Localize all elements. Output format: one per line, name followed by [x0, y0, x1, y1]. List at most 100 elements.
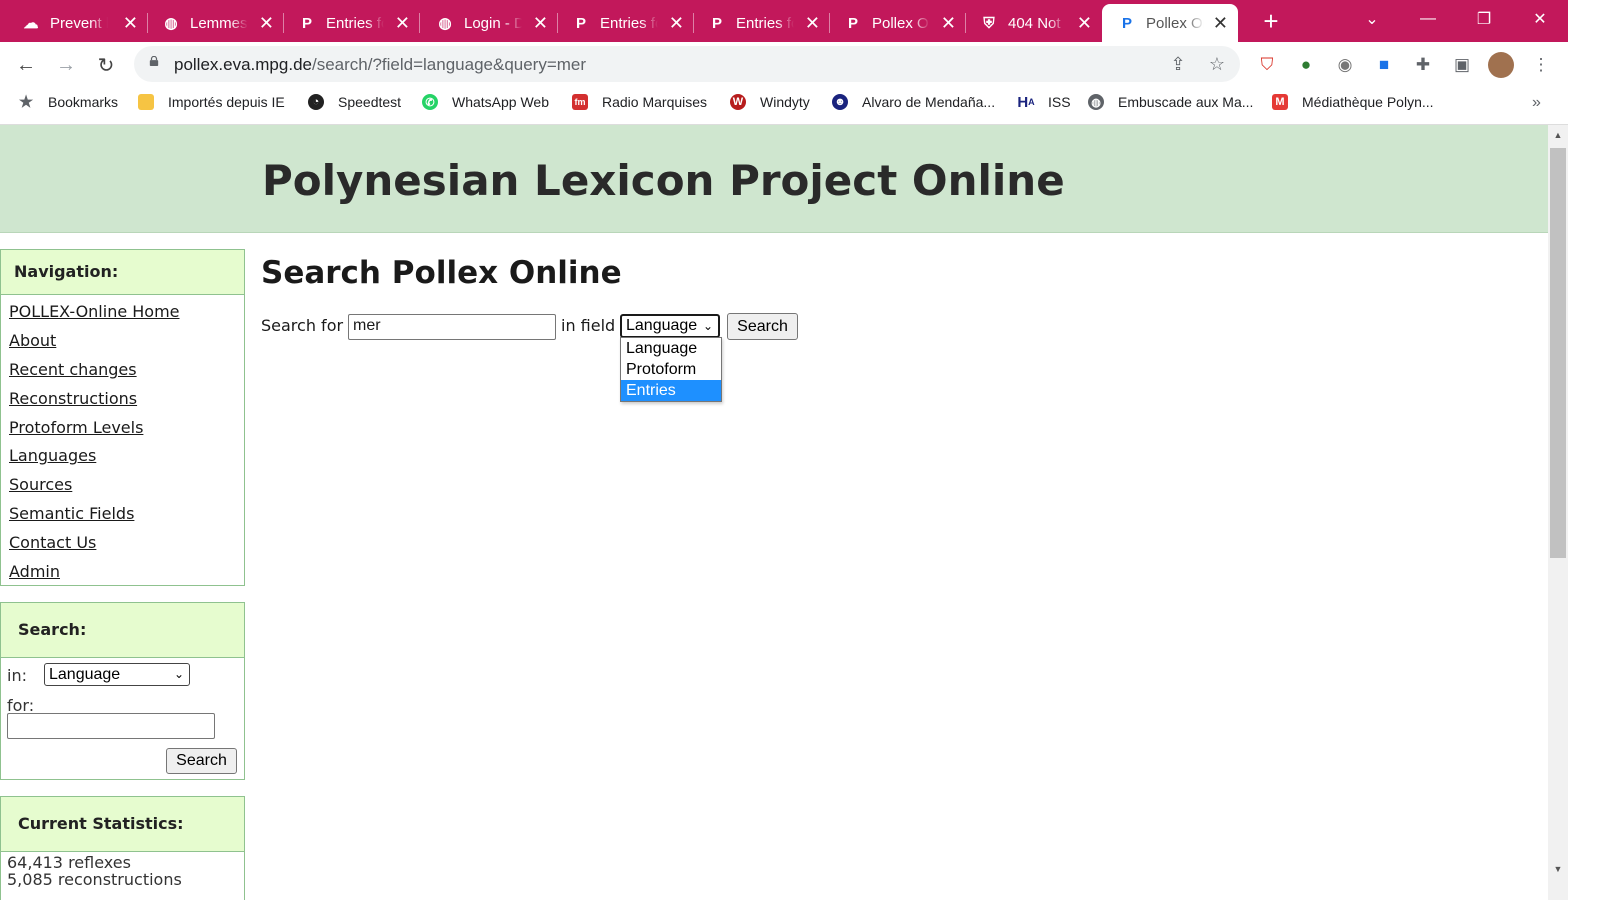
person-icon: ☻ — [832, 94, 848, 110]
star-icon: ★ — [18, 94, 34, 111]
speedtest-icon: ◔ — [308, 94, 324, 110]
tab[interactable]: P Pollex On ✕ — [822, 4, 966, 42]
scrollbar-thumb[interactable] — [1550, 148, 1566, 558]
globe-icon: ◍ — [1088, 94, 1104, 110]
shield-crest-icon: ⛨ — [983, 14, 995, 32]
sidebar-query-input[interactable] — [7, 713, 215, 739]
scroll-up-icon[interactable]: ▲ — [1552, 130, 1564, 140]
ha-icon: HA — [1017, 93, 1035, 111]
share-icon[interactable]: ⇪ — [1166, 52, 1190, 76]
sidebar-field-select[interactable]: Language ⌄ — [44, 663, 190, 686]
back-icon[interactable]: ← — [12, 51, 40, 79]
tab-search-icon[interactable]: ⌄ — [1344, 0, 1400, 38]
close-icon[interactable]: ✕ — [669, 13, 684, 34]
pollex-p-icon: P — [575, 14, 586, 32]
globe-icon: ◍ — [438, 15, 452, 32]
close-icon[interactable]: ✕ — [395, 13, 410, 34]
tab-label: Entries fo — [326, 14, 384, 32]
bookmark-item[interactable]: ☻ Alvaro de Mendaña... — [832, 94, 995, 110]
tab-label: Entries fo — [600, 14, 658, 32]
restore-icon[interactable]: ❐ — [1456, 0, 1512, 38]
close-icon[interactable]: ✕ — [1213, 13, 1228, 34]
tab-strip: ☁ Prevent b ✕ ◍ Lemmes ✕ P Entries fo ✕ … — [0, 0, 1600, 42]
nav-link-admin[interactable]: Admin — [1, 558, 244, 587]
reload-icon[interactable]: ↻ — [92, 51, 120, 79]
tab[interactable]: ☁ Prevent b ✕ — [0, 4, 148, 42]
url-text: pollex.eva.mpg.de/search/?field=language… — [174, 55, 587, 74]
tab[interactable]: P Entries fo ✕ — [550, 4, 694, 42]
navigation-box: Navigation: POLLEX-Online Home About Rec… — [0, 249, 245, 586]
new-tab-button[interactable]: + — [1256, 6, 1286, 36]
statistics-box: Current Statistics: 64,413 reflexes 5,08… — [0, 796, 245, 900]
bitwarden-icon[interactable]: ■ — [1371, 52, 1397, 78]
nav-link-protoform-levels[interactable]: Protoform Levels — [1, 414, 244, 443]
nav-link-contact-us[interactable]: Contact Us — [1, 529, 244, 558]
bookmark-item[interactable]: ◍ Embuscade aux Ma... — [1088, 94, 1253, 110]
option-language[interactable]: Language — [621, 338, 721, 359]
tab-label: Entries fo — [736, 14, 794, 32]
close-icon[interactable]: ✕ — [805, 13, 820, 34]
adblock-shield-icon[interactable]: ⛉ — [1254, 52, 1280, 78]
close-icon[interactable]: ✕ — [123, 13, 138, 34]
close-icon[interactable]: ✕ — [941, 13, 956, 34]
tab[interactable]: P Entries fo ✕ — [276, 4, 420, 42]
tab[interactable]: ⛨ 404 Not ✕ — [958, 4, 1102, 42]
nav-link-reconstructions[interactable]: Reconstructions — [1, 385, 244, 414]
more-bookmarks-icon[interactable]: » — [1532, 94, 1541, 112]
site-banner: Polynesian Lexicon Project Online — [0, 125, 1548, 233]
nav-link-semantic-fields[interactable]: Semantic Fields — [1, 500, 244, 529]
search-input[interactable]: mer — [348, 314, 556, 340]
bookmark-item[interactable]: ◔ Speedtest — [308, 94, 401, 110]
tab[interactable]: ◍ Lemmes ✕ — [140, 4, 284, 42]
bookmark-item[interactable]: W Windyty — [730, 94, 810, 110]
search-for-label: Search for — [261, 316, 344, 335]
tab-label: Pollex On — [872, 14, 930, 32]
bookmark-item[interactable]: M Médiathèque Polyn... — [1272, 94, 1434, 110]
nav-link-languages[interactable]: Languages — [1, 442, 244, 471]
sidebar-search-box: Search: in: Language ⌄ for: Search — [0, 602, 245, 780]
eye-icon[interactable]: ◉ — [1332, 52, 1358, 78]
bookmark-item[interactable]: fm Radio Marquises — [572, 94, 707, 110]
search-heading: Search: — [1, 603, 244, 658]
nav-link-about[interactable]: About — [1, 327, 244, 356]
bookmark-star-icon[interactable]: ☆ — [1205, 52, 1229, 76]
cloud-icon: ☁ — [23, 15, 39, 32]
chevron-down-icon: ⌄ — [702, 319, 713, 333]
bookmark-item[interactable]: ★ Bookmarks — [18, 94, 118, 111]
sidebar-search-button[interactable]: Search — [166, 748, 237, 774]
windyty-icon: W — [730, 94, 746, 110]
avatar[interactable] — [1488, 52, 1514, 78]
nav-link-recent-changes[interactable]: Recent changes — [1, 356, 244, 385]
field-select[interactable]: Language ⌄ — [620, 314, 720, 338]
close-icon[interactable]: ✕ — [259, 13, 274, 34]
globe-extension-icon[interactable]: ● — [1293, 52, 1319, 78]
nav-link-sources[interactable]: Sources — [1, 471, 244, 500]
menu-kebab-icon[interactable]: ⋮ — [1528, 52, 1554, 78]
close-icon[interactable]: ✕ — [1077, 13, 1092, 34]
option-entries[interactable]: Entries — [621, 380, 721, 401]
folder-icon — [138, 94, 154, 110]
option-protoform[interactable]: Protoform — [621, 359, 721, 380]
minimize-icon[interactable]: — — [1400, 0, 1456, 38]
bookmark-item[interactable]: ✆ WhatsApp Web — [422, 94, 549, 110]
pollex-p-icon: P — [301, 14, 312, 32]
tab-active[interactable]: P Pollex On ✕ — [1102, 4, 1238, 42]
tab[interactable]: P Entries fo ✕ — [686, 4, 830, 42]
lock-icon — [149, 56, 159, 66]
bookmark-item[interactable]: Importés depuis IE — [138, 94, 285, 110]
search-button[interactable]: Search — [727, 313, 798, 340]
bookmarks-bar: ★ Bookmarks Importés depuis IE ◔ Speedtest… — [0, 88, 1600, 125]
window-close-icon[interactable]: ✕ — [1512, 0, 1568, 38]
close-icon[interactable]: ✕ — [533, 13, 548, 34]
scroll-down-icon[interactable]: ▼ — [1552, 864, 1564, 874]
address-bar[interactable]: pollex.eva.mpg.de/search/?field=language… — [134, 46, 1240, 82]
side-panel-icon[interactable]: ▣ — [1449, 52, 1475, 78]
tab-label: Lemmes — [190, 14, 248, 32]
nav-link-home[interactable]: POLLEX-Online Home — [1, 298, 244, 327]
tab[interactable]: ◍ Login - D ✕ — [414, 4, 558, 42]
extensions-puzzle-icon[interactable]: ✚ — [1410, 52, 1436, 78]
window-edge — [1568, 0, 1600, 900]
forward-icon[interactable]: → — [52, 51, 80, 79]
chevron-down-icon: ⌄ — [173, 667, 184, 681]
bookmark-item[interactable]: H A ISS — [1017, 93, 1070, 111]
